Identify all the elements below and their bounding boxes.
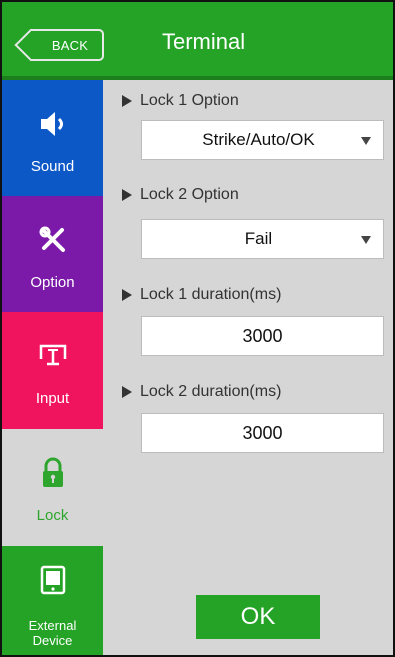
lock1-duration-label-text: Lock 1 duration(ms) [140,286,282,303]
terminal-lock-settings-screen: BACK Terminal Sound Option Input Lock Ex… [0,0,395,657]
device-icon [2,562,103,598]
sidebar-item-option[interactable]: Option [2,196,103,313]
lock2-option-label-text: Lock 2 Option [140,186,239,203]
page-title: Terminal [162,29,246,54]
lock1-option-select[interactable]: Strike/Auto/OK [141,120,384,160]
sidebar-item-input[interactable]: Input [2,312,103,429]
tools-icon [2,222,103,258]
lock-icon [2,455,103,491]
lock2-option-value: Fail [244,229,273,248]
sidebar-item-label: Sound [30,158,75,175]
sidebar-item-label: Lock [36,507,69,524]
lock1-option-label: Lock 1 Option [122,92,239,110]
back-button-label: BACK [51,37,89,53]
sidebar-item-lock[interactable]: Lock [2,429,103,546]
sidebar-item-sound[interactable]: Sound [2,80,103,197]
lock2-duration-label: Lock 2 duration(ms) [122,383,281,401]
sidebar-item-label-line2: Device [32,633,73,648]
sidebar-item-label: Option [30,274,75,291]
lock2-duration-label-text: Lock 2 duration(ms) [140,383,282,400]
triangle-bullet-icon [122,95,132,107]
lock1-duration-input[interactable]: 3000 [141,316,384,356]
lock1-duration-label: Lock 1 duration(ms) [122,286,281,304]
lock1-option-label-text: Lock 1 Option [140,92,239,109]
header-bar: BACK Terminal [2,2,393,80]
lock2-duration-input[interactable]: 3000 [141,413,384,453]
triangle-bullet-icon [122,386,132,398]
settings-panel: Lock 1 Option Strike/Auto/OK Lock 2 Opti… [102,80,393,655]
lock1-option-value: Strike/Auto/OK [202,130,315,149]
triangle-bullet-icon [122,189,132,201]
dropdown-arrow-icon [361,137,371,145]
speaker-icon [2,106,103,142]
back-button[interactable]: BACK [14,29,104,61]
lock2-option-label: Lock 2 Option [122,186,239,204]
sidebar-item-label-line1: External [28,618,77,633]
sidebar-item-label: Input [35,390,70,407]
triangle-bullet-icon [122,289,132,301]
input-icon [2,338,103,374]
sidebar-item-external-device[interactable]: External Device [2,546,103,655]
ok-button[interactable]: OK [196,595,320,639]
sidebar-nav: Sound Option Input Lock External Device [2,80,103,655]
dropdown-arrow-icon [361,236,371,244]
sidebar-item-label: External Device [2,618,103,648]
back-arrow-icon [14,29,46,61]
lock2-option-select[interactable]: Fail [141,219,384,259]
